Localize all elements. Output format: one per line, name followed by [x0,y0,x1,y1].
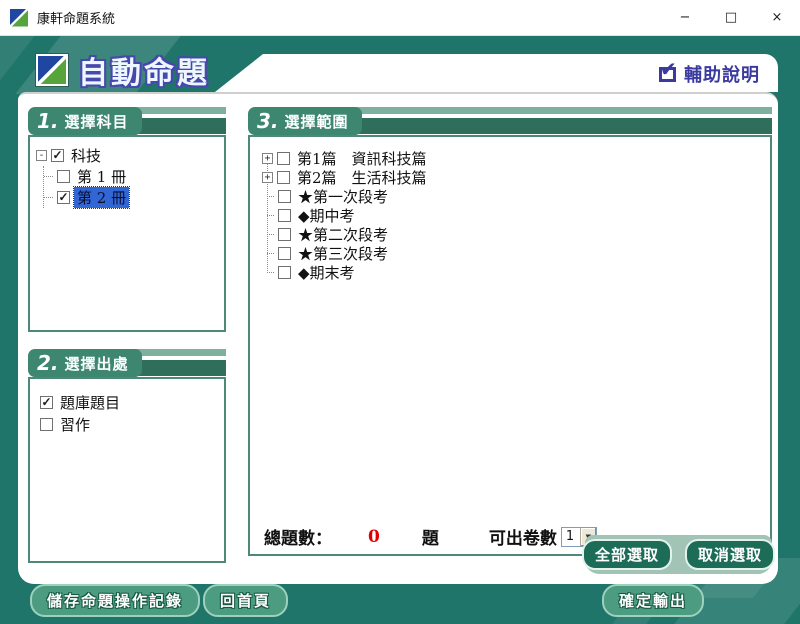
help-check-icon: ✔ [659,67,676,82]
brand-logo-icon [36,54,68,86]
panel-subject-header: 1. 選擇科目 [28,107,226,135]
tree-row-final[interactable]: ◆期末考 [262,263,770,282]
deselect-all-button[interactable]: 取消選取 [685,539,775,570]
panel-select-subject: 1. 選擇科目 - ✓ 科技 第 1 冊 [28,107,226,332]
option-workbook[interactable]: 習作 [40,413,218,435]
tree-label-exam1[interactable]: ★第一次段考 [295,186,391,207]
option-label-question-bank[interactable]: 題庫題目 [57,392,123,413]
subject-children: 第 1 冊 ✓ 第 2 冊 [43,166,220,208]
checkbox-chapter2[interactable] [277,171,290,184]
panel-source-number: 2. [37,351,59,375]
tree-label-chapter1[interactable]: 第1篇 資訊科技篇 [294,148,430,169]
panel-scope-title: 選擇範圍 [285,111,349,132]
tree-label-exam3[interactable]: ★第三次段考 [295,243,391,264]
tree-label-final[interactable]: ◆期末考 [295,262,358,283]
selection-actions-tray: 全部選取 取消選取 [585,535,772,574]
app-logo-icon [10,9,28,27]
panel-scope-header: 3. 選擇範圍 [248,107,772,135]
tree-row-book1[interactable]: 第 1 冊 [44,166,220,187]
subject-tree: - ✓ 科技 第 1 冊 ✓ 第 2 冊 [30,137,224,208]
scope-tree-box: + 第1篇 資訊科技篇 + 第2篇 生活科技篇 ★第一次段考 [248,135,772,556]
tree-row-exam3[interactable]: ★第三次段考 [262,244,770,263]
papers-count-label: 可出卷數 [489,524,557,549]
window-title: 康軒命題系統 [37,8,115,27]
window-titlebar: 康軒命題系統 − □ × [0,0,800,36]
checkbox-exam3[interactable] [278,247,291,260]
checkbox-question-bank[interactable]: ✓ [40,396,53,409]
total-questions-value: 0 [368,527,380,547]
tree-row-exam1[interactable]: ★第一次段考 [262,187,770,206]
checkbox-exam1[interactable] [278,190,291,203]
checkbox-chapter1[interactable] [277,152,290,165]
tree-row-subject-root[interactable]: - ✓ 科技 [36,145,220,166]
tree-row-book2[interactable]: ✓ 第 2 冊 [44,187,220,208]
panel-subject-number: 1. [37,109,59,133]
tree-row-chapter2[interactable]: + 第2篇 生活科技篇 [262,168,770,187]
panel-subject-title: 選擇科目 [65,111,129,132]
checkbox-exam2[interactable] [278,228,291,241]
home-button[interactable]: 回首頁 [203,584,288,617]
option-label-workbook[interactable]: 習作 [57,414,93,435]
tree-label-exam2[interactable]: ★第二次段考 [295,224,391,245]
tree-label-subject-root[interactable]: 科技 [68,145,104,166]
close-button[interactable]: × [754,0,800,35]
expand-toggle-icon[interactable]: + [262,172,273,183]
total-questions-label: 總題數： [264,524,332,549]
main-content: 1. 選擇科目 - ✓ 科技 第 1 冊 [18,92,778,584]
save-record-button[interactable]: 儲存命題操作記錄 [30,584,200,617]
panel-select-scope: 3. 選擇範圍 + 第1篇 資訊科技篇 + 第2篇 生活科技篇 [248,107,772,556]
help-button[interactable]: ✔ 輔助說明 [659,61,760,87]
tree-label-book2-selected[interactable]: 第 2 冊 [74,187,129,208]
checkbox-subject-root[interactable]: ✓ [51,149,64,162]
tree-row-exam2[interactable]: ★第二次段考 [262,225,770,244]
summary-row: 總題數： 0 題 可出卷數 1 ▼ [264,524,597,549]
select-all-button[interactable]: 全部選取 [582,539,672,570]
panel-source-header: 2. 選擇出處 [28,349,226,377]
tree-row-midterm[interactable]: ◆期中考 [262,206,770,225]
tree-label-book1[interactable]: 第 1 冊 [74,166,129,187]
maximize-button[interactable]: □ [708,0,754,35]
source-options-box: ✓ 題庫題目 習作 [28,377,226,563]
app-background: 自動命題 ✔ 輔助說明 1. 選擇科目 - ✓ [0,36,800,624]
tree-label-chapter2[interactable]: 第2篇 生活科技篇 [294,167,430,188]
expand-toggle-icon[interactable]: + [262,153,273,164]
source-options: ✓ 題庫題目 習作 [30,379,224,435]
checkbox-final[interactable] [278,266,291,279]
checkbox-midterm[interactable] [278,209,291,222]
checkbox-workbook[interactable] [40,418,53,431]
collapse-toggle-icon[interactable]: - [36,150,47,161]
page-title-block: 自動命題 [36,48,210,92]
window-controls: − □ × [662,0,800,35]
confirm-output-button[interactable]: 確定輸出 [602,584,704,617]
checkbox-book2[interactable]: ✓ [57,191,70,204]
page-title: 自動命題 [78,48,210,92]
minimize-button[interactable]: − [662,0,708,35]
panel-source-title: 選擇出處 [65,353,129,374]
help-label: 輔助說明 [684,61,760,87]
total-questions-unit: 題 [422,524,439,549]
panel-scope-number: 3. [257,109,279,133]
checkbox-book1[interactable] [57,170,70,183]
subject-tree-box: - ✓ 科技 第 1 冊 ✓ 第 2 冊 [28,135,226,332]
papers-count-value: 1 [562,528,580,546]
scope-tree: + 第1篇 資訊科技篇 + 第2篇 生活科技篇 ★第一次段考 [250,137,770,282]
panel-select-source: 2. 選擇出處 ✓ 題庫題目 習作 [28,349,226,563]
tree-label-midterm[interactable]: ◆期中考 [295,205,358,226]
tree-row-chapter1[interactable]: + 第1篇 資訊科技篇 [262,149,770,168]
option-question-bank[interactable]: ✓ 題庫題目 [40,391,218,413]
